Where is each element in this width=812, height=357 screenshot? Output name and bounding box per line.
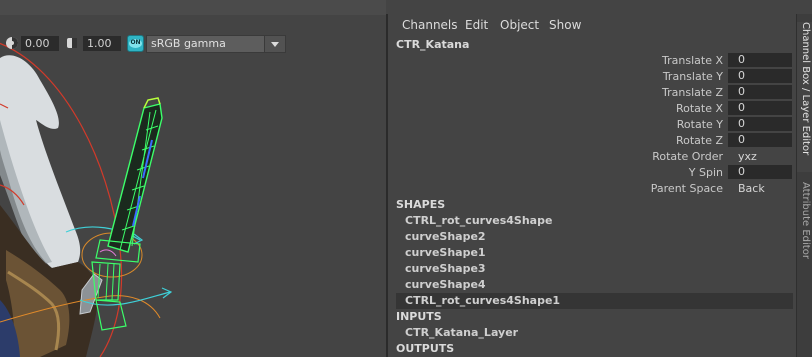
- color-space-dropdown[interactable]: sRGB gamma: [146, 35, 286, 53]
- menu-show[interactable]: Show: [549, 18, 581, 32]
- attr-value-rotate-order[interactable]: yxz: [738, 150, 757, 163]
- menu-edit[interactable]: Edit: [465, 18, 488, 32]
- color-management-toggle-icon[interactable]: ON: [127, 35, 144, 52]
- color-space-value: sRGB gamma: [151, 37, 226, 50]
- gamma-field[interactable]: 1.00: [83, 36, 121, 51]
- shapes-header: SHAPES: [396, 198, 446, 211]
- attr-label-translate-z[interactable]: Translate Z: [523, 86, 723, 99]
- tab-attribute-editor[interactable]: Attribute Editor: [797, 182, 812, 292]
- object-name[interactable]: CTR_Katana: [396, 38, 469, 51]
- pink-control-curve: [99, 249, 117, 257]
- attr-label-rotate-order[interactable]: Rotate Order: [523, 150, 723, 163]
- attr-label-rotate-y[interactable]: Rotate Y: [523, 118, 723, 131]
- side-tab-strip: Channel Box / Layer Editor Attribute Edi…: [796, 14, 812, 357]
- gamma-icon[interactable]: [65, 36, 79, 50]
- attr-field-rotate-y[interactable]: 0: [728, 117, 792, 131]
- tab-channel-box-layer-editor[interactable]: Channel Box / Layer Editor: [797, 22, 812, 172]
- exposure-icon[interactable]: [5, 36, 19, 50]
- attr-value-parent-space[interactable]: Back: [738, 182, 765, 195]
- attr-field-translate-y[interactable]: 0: [728, 69, 792, 83]
- shape-item[interactable]: curveShape1: [396, 245, 793, 261]
- shape-item[interactable]: curveShape2: [396, 229, 793, 245]
- shape-item-selected[interactable]: CTRL_rot_curves4Shape1: [396, 293, 793, 309]
- attr-label-y-spin[interactable]: Y Spin: [523, 166, 723, 179]
- color-management-badge-label: ON: [129, 39, 142, 48]
- input-item[interactable]: CTR_Katana_Layer: [396, 325, 793, 341]
- channel-box-panel: Channels Edit Object Show CTR_Katana Tra…: [388, 0, 796, 357]
- shape-item[interactable]: curveShape4: [396, 277, 793, 293]
- viewport-toolbar: 0.00 1.00 ON sRGB gamma: [0, 33, 386, 55]
- viewport-panel[interactable]: 0.00 1.00 ON sRGB gamma: [0, 0, 386, 357]
- chevron-down-icon[interactable]: [264, 36, 285, 52]
- attr-label-rotate-x[interactable]: Rotate X: [523, 102, 723, 115]
- katana-wireframe: [91, 97, 163, 331]
- shape-item[interactable]: CTRL_rot_curves4Shape: [396, 213, 793, 229]
- shape-item[interactable]: curveShape3: [396, 261, 793, 277]
- attr-field-translate-x[interactable]: 0: [728, 53, 792, 67]
- attr-field-rotate-z[interactable]: 0: [728, 133, 792, 147]
- attr-field-translate-z[interactable]: 0: [728, 85, 792, 99]
- inputs-header: INPUTS: [396, 310, 442, 323]
- attr-label-translate-y[interactable]: Translate Y: [523, 70, 723, 83]
- menu-channels[interactable]: Channels: [402, 18, 458, 32]
- attr-field-y-spin[interactable]: 0: [728, 165, 792, 179]
- attr-label-rotate-z[interactable]: Rotate Z: [523, 134, 723, 147]
- exposure-field[interactable]: 0.00: [21, 36, 59, 51]
- channel-box-menubar: Channels Edit Object Show: [388, 14, 796, 34]
- attr-field-rotate-x[interactable]: 0: [728, 101, 792, 115]
- outputs-header: OUTPUTS: [396, 342, 455, 355]
- menu-object[interactable]: Object: [500, 18, 539, 32]
- attr-label-translate-x[interactable]: Translate X: [523, 54, 723, 67]
- viewport-top-strip: [0, 0, 386, 15]
- attr-label-parent-space[interactable]: Parent Space: [523, 182, 723, 195]
